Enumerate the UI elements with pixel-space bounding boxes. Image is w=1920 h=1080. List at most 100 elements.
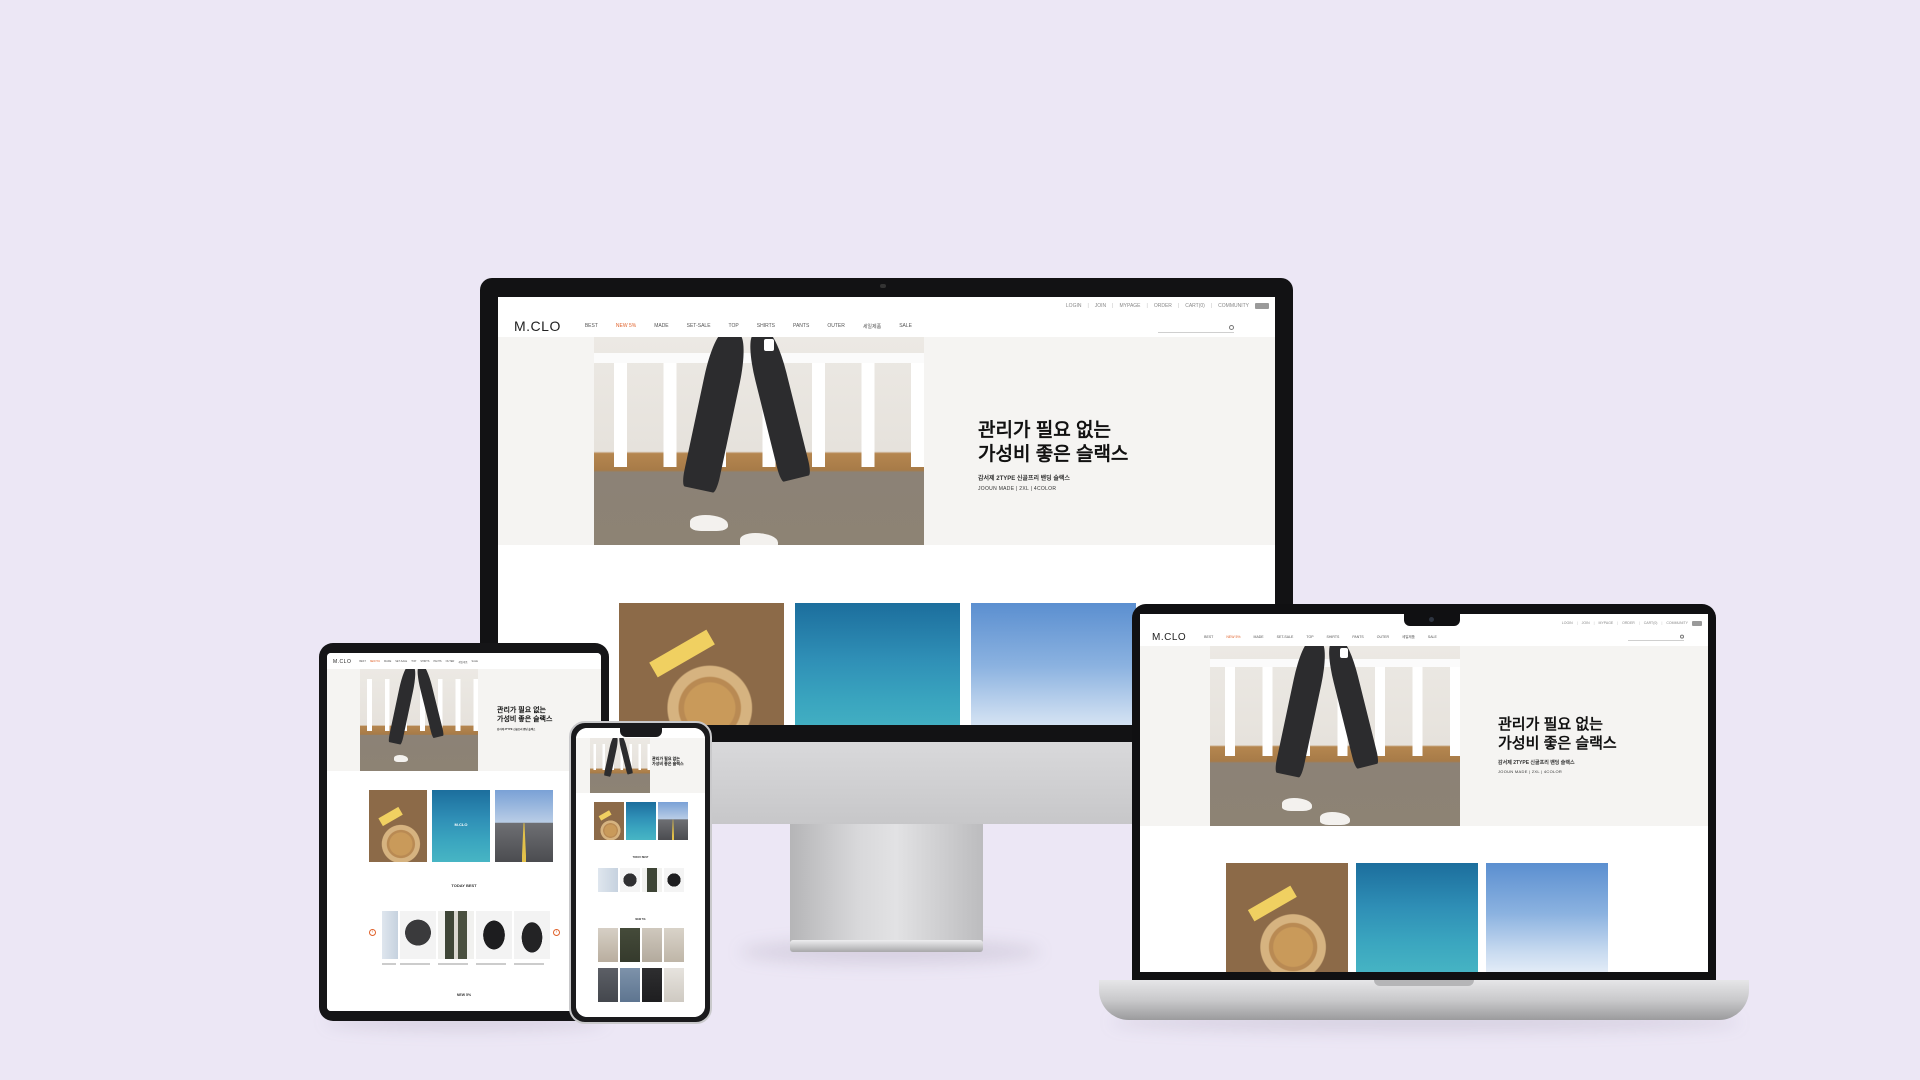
hero-banner[interactable]: 관리가 필요 없는 가성비 좋은 슬랙스 감서제 2TYPE 신골프리 밴딩 슬… <box>498 337 1275 545</box>
product-card[interactable] <box>382 911 398 971</box>
hero-headline: 관리가 필요 없는 가성비 좋은 슬랙스 <box>978 420 1129 465</box>
nav-item-shirts[interactable]: SHIRTS <box>420 660 429 664</box>
banner-sea[interactable] <box>795 603 960 725</box>
website-mobile: 관리가 필요 없는 가성비 좋은 슬랙스 TODAY BEST NEW 5% <box>576 728 705 1017</box>
search-icon[interactable] <box>1680 634 1684 639</box>
nav-item-best[interactable]: BEST <box>359 660 366 664</box>
chevron-left-icon[interactable]: ‹ <box>369 929 376 936</box>
hero-headline: 관리가 필요 없는 가성비 좋은 슬랙스 <box>1498 716 1617 752</box>
banner-road[interactable] <box>495 790 553 862</box>
nav-item-best[interactable]: BEST <box>1204 635 1213 640</box>
product-card[interactable] <box>620 968 640 1004</box>
nav-item-sale-items[interactable]: 세일제품 <box>1402 635 1415 640</box>
banner-tape[interactable] <box>594 802 624 840</box>
product-card[interactable] <box>598 968 618 1004</box>
chevron-right-icon[interactable]: › <box>553 929 560 936</box>
nav-item-new[interactable]: NEW 5% <box>1226 635 1240 640</box>
product-card[interactable] <box>642 868 662 898</box>
hero-subline: 감서제 2TYPE 신골프리 밴딩 슬랙스 <box>978 475 1070 482</box>
nav-item-set-sale[interactable]: SET-SALE <box>395 660 407 664</box>
cart-link[interactable]: CART(0) <box>1644 621 1658 625</box>
hero-subline: 감서제 2TYPE 신골프리 밴딩 슬랙스 <box>497 727 536 731</box>
product-card[interactable] <box>620 928 640 964</box>
hero-banner[interactable]: 관리가 필요 없는 가성비 좋은 슬랙스 감서제 2TYPE 신골프리 밴딩 슬… <box>1140 646 1708 826</box>
join-link[interactable]: JOIN <box>1582 621 1590 625</box>
order-link[interactable]: ORDER <box>1154 303 1172 309</box>
hero-banner[interactable]: 관리가 필요 없는 가성비 좋은 슬랙스 <box>576 738 705 793</box>
nav-item-set-sale[interactable]: SET-SALE <box>687 323 711 330</box>
hamburger-menu-icon[interactable] <box>1255 303 1269 309</box>
nav-item-pants[interactable]: PANTS <box>793 323 809 330</box>
nav-item-top[interactable]: TOP <box>1306 635 1313 640</box>
banner-sea[interactable] <box>1356 863 1478 972</box>
community-link[interactable]: COMMUNITY <box>1666 621 1688 625</box>
nav-item-sale[interactable]: SALE <box>472 660 478 664</box>
join-link[interactable]: JOIN <box>1095 303 1106 309</box>
nav-item-pants[interactable]: PANTS <box>1352 635 1363 640</box>
product-card[interactable] <box>664 968 684 1004</box>
nav-item-pants[interactable]: PANTS <box>433 660 441 664</box>
nav-links: BEST NEW 5% MADE SET-SALE TOP SHIRTS PAN… <box>585 323 912 330</box>
banner-sky[interactable] <box>1486 863 1608 972</box>
nav-links: BEST NEW 5% MADE SET-SALE TOP SHIRTS PAN… <box>359 660 478 664</box>
search-input[interactable] <box>1628 634 1684 641</box>
login-link[interactable]: LOGIN <box>1562 621 1573 625</box>
banner-tape[interactable] <box>369 790 427 862</box>
product-card[interactable] <box>514 911 550 971</box>
nav-item-shirts[interactable]: SHIRTS <box>1327 635 1340 640</box>
site-logo[interactable]: M.CLO <box>333 659 351 665</box>
phone-screen: 관리가 필요 없는 가성비 좋은 슬랙스 TODAY BEST NEW 5% <box>576 728 705 1017</box>
hero-headline: 관리가 필요 없는 가성비 좋은 슬랙스 <box>497 707 553 723</box>
banner-sky[interactable] <box>971 603 1136 725</box>
banner-sea[interactable] <box>626 802 656 840</box>
nav-item-new[interactable]: NEW 5% <box>370 660 380 664</box>
nav-item-sale[interactable]: SALE <box>1428 635 1437 640</box>
product-card[interactable] <box>642 928 662 964</box>
nav-item-made[interactable]: MADE <box>384 660 391 664</box>
nav-item-top[interactable]: TOP <box>411 660 416 664</box>
imac-stand <box>790 824 983 942</box>
search-icon[interactable] <box>1229 325 1234 330</box>
banner-tape[interactable] <box>1226 863 1348 972</box>
search-input[interactable] <box>1158 324 1234 333</box>
nav-item-sale[interactable]: SALE <box>899 323 912 330</box>
nav-item-set-sale[interactable]: SET-SALE <box>1277 635 1294 640</box>
cart-link[interactable]: CART(0) <box>1185 303 1205 309</box>
hero-photo <box>1210 646 1460 826</box>
hamburger-menu-icon[interactable] <box>1692 620 1702 626</box>
utility-bar: LOGIN | JOIN | MYPAGE | ORDER | CART(0) | COM… <box>498 300 1275 312</box>
community-link[interactable]: COMMUNITY <box>1218 303 1249 309</box>
login-link[interactable]: LOGIN <box>1066 303 1082 309</box>
nav-item-made[interactable]: MADE <box>654 323 668 330</box>
mypage-link[interactable]: MYPAGE <box>1119 303 1140 309</box>
product-card[interactable] <box>620 868 640 898</box>
nav-item-top[interactable]: TOP <box>729 323 739 330</box>
product-card[interactable] <box>664 868 684 898</box>
nav-item-made[interactable]: MADE <box>1254 635 1264 640</box>
product-card[interactable] <box>438 911 474 971</box>
product-card[interactable] <box>400 911 436 971</box>
site-logo[interactable]: M.CLO <box>514 318 561 334</box>
website-tablet: M.CLO BEST NEW 5% MADE SET-SALE TOP SHIR… <box>327 653 601 1011</box>
hero-photo <box>590 738 650 793</box>
product-card[interactable] <box>598 868 618 898</box>
nav-item-sale-items[interactable]: 세일제품 <box>863 323 881 330</box>
product-card[interactable] <box>642 968 662 1004</box>
nav-item-new[interactable]: NEW 5% <box>616 323 636 330</box>
order-link[interactable]: ORDER <box>1622 621 1635 625</box>
site-logo[interactable]: M.CLO <box>1152 632 1186 643</box>
nav-item-outer[interactable]: OUTER <box>446 660 455 664</box>
banner-road[interactable] <box>658 802 688 840</box>
nav-item-shirts[interactable]: SHIRTS <box>757 323 775 330</box>
banner-tape[interactable] <box>619 603 784 725</box>
nav-item-sale-items[interactable]: 세일제품 <box>458 660 467 664</box>
product-card[interactable] <box>664 928 684 964</box>
nav-item-outer[interactable]: OUTER <box>1377 635 1389 640</box>
mypage-link[interactable]: MYPAGE <box>1599 621 1614 625</box>
product-card[interactable] <box>598 928 618 964</box>
nav-item-best[interactable]: BEST <box>585 323 598 330</box>
nav-item-outer[interactable]: OUTER <box>827 323 845 330</box>
product-card[interactable] <box>476 911 512 971</box>
hero-banner[interactable]: 관리가 필요 없는 가성비 좋은 슬랙스 감서제 2TYPE 신골프리 밴딩 슬… <box>327 669 601 771</box>
banner-sea[interactable]: M.CLO <box>432 790 490 862</box>
